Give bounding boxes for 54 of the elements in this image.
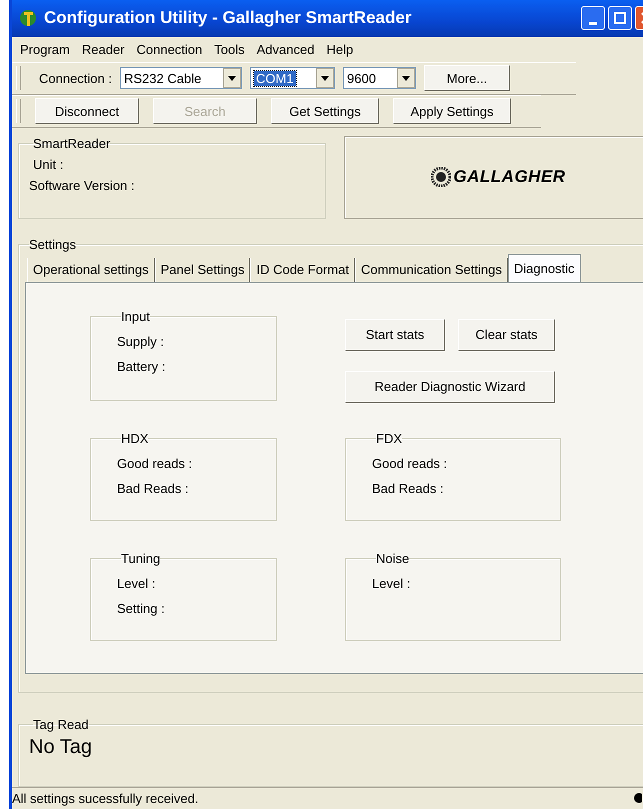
menu-item[interactable]: Reader bbox=[76, 42, 130, 57]
toolbar-button[interactable]: Get Settings bbox=[271, 98, 379, 124]
field-label: Good reads : bbox=[117, 456, 194, 471]
group-title: HDX bbox=[121, 430, 148, 446]
field-label: Battery : bbox=[117, 358, 166, 374]
maximize-icon bbox=[614, 12, 626, 24]
field-label: Software Version : bbox=[29, 178, 136, 193]
group-title: Tuning bbox=[121, 550, 160, 566]
action-button[interactable]: Reader Diagnostic Wizard bbox=[345, 370, 555, 403]
action-button[interactable]: Start stats bbox=[345, 318, 445, 351]
toolbar-button[interactable]: Disconnect bbox=[35, 98, 139, 124]
dropdown-button[interactable] bbox=[316, 68, 334, 88]
group-title: Noise bbox=[376, 550, 410, 566]
caret-icon bbox=[228, 76, 236, 81]
group-title: SmartReader bbox=[33, 136, 110, 151]
port-dropdown[interactable]: COM1 bbox=[250, 67, 335, 90]
field-label: Setting : bbox=[117, 600, 166, 616]
menu-item[interactable]: Help bbox=[320, 42, 360, 57]
logo-icon bbox=[431, 167, 452, 188]
group-title: FDX bbox=[376, 430, 402, 446]
menu-item[interactable]: Advanced bbox=[250, 42, 320, 57]
minimize-icon bbox=[589, 22, 597, 25]
field-label: Bad Reads : bbox=[372, 480, 445, 496]
toolbar-button[interactable]: Apply Settings bbox=[393, 98, 511, 124]
field-label: Good reads : bbox=[372, 456, 448, 471]
field-label: Bad Reads : bbox=[117, 480, 190, 496]
menu-item[interactable]: Program bbox=[14, 42, 76, 57]
action-button[interactable]: Clear stats bbox=[458, 318, 555, 351]
dropdown-button[interactable] bbox=[223, 68, 241, 88]
status-text: All settings sucessfully received. bbox=[12, 790, 200, 806]
minimize-button[interactable] bbox=[581, 6, 605, 30]
baud-dropdown[interactable]: 9600 bbox=[343, 67, 416, 90]
connection-label: Connection : bbox=[39, 70, 112, 86]
caret-icon bbox=[402, 76, 410, 81]
more-button[interactable]: More... bbox=[424, 65, 510, 92]
maximize-button[interactable] bbox=[608, 6, 632, 30]
logo-text: GALLAGHER bbox=[453, 167, 566, 188]
field-label: Supply : bbox=[117, 334, 165, 349]
menu-item[interactable]: Tools bbox=[208, 42, 251, 57]
app-icon bbox=[18, 8, 38, 28]
field-label: Unit : bbox=[32, 156, 64, 172]
group-title: Tag Read bbox=[33, 716, 89, 732]
group-title: Input bbox=[121, 308, 150, 324]
field-label: Level : bbox=[117, 576, 156, 591]
caret-icon bbox=[321, 76, 329, 81]
menu-item[interactable]: Connection bbox=[130, 42, 208, 57]
group-title: Settings bbox=[29, 236, 76, 252]
dropdown-button[interactable] bbox=[397, 68, 415, 88]
connection-dropdown[interactable]: RS232 Cable bbox=[120, 67, 242, 90]
field-label: Level : bbox=[372, 576, 412, 591]
tag-value: No Tag bbox=[29, 736, 92, 758]
status-indicator-icon bbox=[632, 793, 642, 804]
window-title: Configuration Utility - Gallagher SmartReader bbox=[44, 8, 412, 28]
tab[interactable]: Diagnostic bbox=[508, 254, 581, 282]
